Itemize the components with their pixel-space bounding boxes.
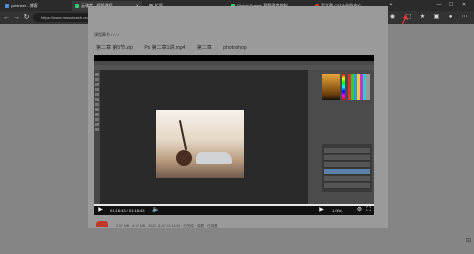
- close-window-button[interactable]: ✕: [459, 0, 469, 11]
- ps-tool-icon: [95, 103, 99, 106]
- ps-hue-slider: [342, 74, 345, 100]
- ps-tool-icon: [95, 78, 99, 81]
- volume-icon[interactable]: 🔈: [152, 207, 159, 214]
- video-frame: [94, 61, 374, 204]
- tab-0[interactable]: yubinker - 博客: [2, 1, 70, 11]
- side-toggle-icon[interactable]: ⊟: [466, 238, 472, 244]
- skip-icon[interactable]: ▶: [318, 207, 325, 214]
- ps-layer: [324, 176, 370, 182]
- ps-layers-panel: [322, 144, 372, 192]
- video-title-part: 第二章 第5节.zip: [96, 45, 133, 51]
- speed-button[interactable]: 1.00x: [332, 207, 342, 214]
- reload-icon[interactable]: ↻: [22, 13, 31, 22]
- video-player[interactable]: ▶ 01:18:43 / 01:18:43 🔈 ▶ 1.00x ⚙ ⛶: [94, 55, 374, 215]
- ps-layer: [324, 169, 370, 175]
- settings-icon[interactable]: ⚙: [356, 207, 363, 214]
- more-icon[interactable]: ⋯: [460, 13, 469, 22]
- breadcrumb: 课程章节 / / / /: [94, 32, 119, 37]
- player-controls: ▶ 01:18:43 / 01:18:43 🔈 ▶ 1.00x ⚙ ⛶: [94, 204, 374, 215]
- ps-tool-icon: [95, 108, 99, 111]
- time-display: 01:18:43 / 01:18:43: [110, 208, 145, 213]
- vase-shape: [176, 150, 192, 166]
- back-icon[interactable]: ←: [2, 13, 11, 22]
- profile-icon[interactable]: ●: [446, 13, 455, 22]
- tab-favicon-icon: [75, 4, 79, 8]
- ps-layer: [324, 155, 370, 161]
- ps-tool-icon: [95, 118, 99, 121]
- car-shape: [196, 152, 232, 164]
- branch-shape: [178, 120, 188, 150]
- ps-document-image: [156, 110, 244, 178]
- ps-tool-icon: [95, 93, 99, 96]
- fullscreen-icon[interactable]: ⛶: [365, 207, 372, 214]
- progress-bar[interactable]: [94, 204, 374, 206]
- forward-icon[interactable]: →: [12, 13, 21, 22]
- avatar: [96, 221, 108, 227]
- ps-layer: [324, 148, 370, 154]
- minimize-button[interactable]: —: [434, 0, 444, 11]
- ps-canvas-area: [100, 70, 308, 204]
- ps-color-picker: [322, 74, 340, 100]
- favorites-icon[interactable]: ★: [418, 13, 427, 22]
- collections-icon[interactable]: ▣: [432, 13, 441, 22]
- ps-tool-icon: [95, 128, 99, 131]
- progress-fill: [94, 204, 374, 206]
- ps-layer: [324, 162, 370, 168]
- maximize-button[interactable]: ☐: [446, 0, 456, 11]
- ps-tool-icon: [95, 88, 99, 91]
- video-title-part: 第二章: [196, 45, 212, 51]
- play-icon[interactable]: ▶: [97, 207, 104, 214]
- ps-tool-icon: [95, 73, 99, 76]
- video-title-part: photoshop: [223, 45, 247, 51]
- video-title-part: Ps 第二章1讲.mp4: [144, 45, 186, 51]
- ps-layer: [324, 183, 370, 189]
- tab-favicon-icon: [5, 4, 9, 8]
- video-title: 第二章 第5节.zip Ps 第二章1讲.mp4 第二章 photoshop: [96, 44, 376, 51]
- video-meta: 3.07 MB · 4.17 MB · 2022-11-07 11:14:52 …: [116, 224, 218, 228]
- ps-swatches: [348, 74, 370, 100]
- ps-panels: [308, 70, 374, 204]
- ps-tool-icon: [95, 83, 99, 86]
- tab-label: yubinker - 博客: [11, 3, 38, 8]
- ps-tool-icon: [95, 98, 99, 101]
- ps-tool-icon: [95, 113, 99, 116]
- ps-tool-icon: [95, 123, 99, 126]
